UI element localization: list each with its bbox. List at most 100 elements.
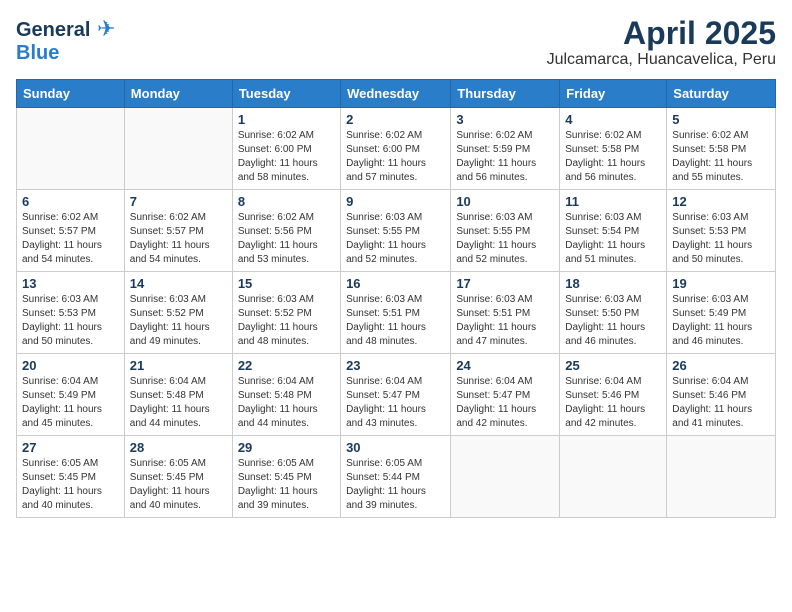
day-info: Sunrise: 6:02 AM Sunset: 5:57 PM Dayligh…	[22, 211, 119, 267]
day-info: Sunrise: 6:02 AM Sunset: 5:58 PM Dayligh…	[565, 129, 661, 185]
day-number: 24	[456, 358, 554, 373]
calendar-header: SundayMondayTuesdayWednesdayThursdayFrid…	[17, 80, 776, 108]
calendar-cell: 21Sunrise: 6:04 AM Sunset: 5:48 PM Dayli…	[124, 354, 232, 436]
calendar-cell: 8 Sunrise: 6:02 AM Sunset: 5:56 PM Daylig…	[232, 190, 340, 272]
day-number: 1	[238, 112, 335, 127]
calendar-cell: 15Sunrise: 6:03 AM Sunset: 5:52 PM Dayli…	[232, 272, 340, 354]
calendar-cell: 14 Sunrise: 6:03 AM Sunset: 5:52 PM Dayli…	[124, 272, 232, 354]
calendar-cell: 4 Sunrise: 6:02 AM Sunset: 5:58 PM Daylig…	[560, 108, 667, 190]
day-info: Sunrise: 6:03 AM Sunset: 5:55 PM Dayligh…	[456, 211, 554, 267]
calendar-cell: 13Sunrise: 6:03 AM Sunset: 5:53 PM Dayli…	[17, 272, 125, 354]
header: General ✈ Blue April 2025 Julcamarca, Hu…	[16, 16, 776, 69]
day-number: 5	[672, 112, 770, 127]
month-title: April 2025	[547, 16, 776, 51]
calendar-cell: 19 Sunrise: 6:03 AM Sunset: 5:49 PM Dayli…	[667, 272, 776, 354]
weekday-header-wednesday: Wednesday	[341, 80, 451, 108]
day-info: Sunrise: 6:02 AM Sunset: 5:56 PM Dayligh…	[238, 211, 335, 267]
day-info: Sunrise: 6:03 AM Sunset: 5:51 PM Dayligh…	[346, 293, 445, 349]
calendar-cell: 25Sunrise: 6:04 AM Sunset: 5:46 PM Dayli…	[560, 354, 667, 436]
calendar-cell: 6 Sunrise: 6:02 AM Sunset: 5:57 PM Daylig…	[17, 190, 125, 272]
day-info: Sunrise: 6:02 AM Sunset: 5:58 PM Dayligh…	[672, 129, 770, 185]
day-number: 10	[456, 194, 554, 209]
calendar-cell	[124, 108, 232, 190]
calendar-cell: 29 Sunrise: 6:05 AM Sunset: 5:45 PM Dayli…	[232, 436, 340, 518]
day-info: Sunrise: 6:03 AM Sunset: 5:53 PM Dayligh…	[672, 211, 770, 267]
day-info: Sunrise: 6:04 AM Sunset: 5:49 PM Dayligh…	[22, 375, 119, 431]
calendar-cell	[17, 108, 125, 190]
day-info: Sunrise: 6:03 AM Sunset: 5:49 PM Dayligh…	[672, 293, 770, 349]
day-number: 12	[672, 194, 770, 209]
calendar-cell: 23 Sunrise: 6:04 AM Sunset: 5:47 PM Dayli…	[341, 354, 451, 436]
calendar-cell: 22Sunrise: 6:04 AM Sunset: 5:48 PM Dayli…	[232, 354, 340, 436]
weekday-header-monday: Monday	[124, 80, 232, 108]
calendar-cell: 11Sunrise: 6:03 AM Sunset: 5:54 PM Dayli…	[560, 190, 667, 272]
weekday-header-friday: Friday	[560, 80, 667, 108]
day-number: 8	[238, 194, 335, 209]
day-info: Sunrise: 6:02 AM Sunset: 5:57 PM Dayligh…	[130, 211, 227, 267]
day-number: 16	[346, 276, 445, 291]
logo: General ✈ Blue	[16, 16, 115, 65]
day-info: Sunrise: 6:02 AM Sunset: 5:59 PM Dayligh…	[456, 129, 554, 185]
day-number: 18	[565, 276, 661, 291]
day-number: 19	[672, 276, 770, 291]
calendar-cell: 10 Sunrise: 6:03 AM Sunset: 5:55 PM Dayli…	[451, 190, 560, 272]
day-info: Sunrise: 6:03 AM Sunset: 5:51 PM Dayligh…	[456, 293, 554, 349]
calendar-cell: 27 Sunrise: 6:05 AM Sunset: 5:45 PM Dayli…	[17, 436, 125, 518]
calendar-cell	[667, 436, 776, 518]
day-number: 29	[238, 440, 335, 455]
day-number: 27	[22, 440, 119, 455]
weekday-header-saturday: Saturday	[667, 80, 776, 108]
day-number: 26	[672, 358, 770, 373]
day-number: 3	[456, 112, 554, 127]
day-info: Sunrise: 6:02 AM Sunset: 6:00 PM Dayligh…	[346, 129, 445, 185]
logo-bird-icon: ✈	[97, 16, 115, 41]
day-info: Sunrise: 6:04 AM Sunset: 5:47 PM Dayligh…	[346, 375, 445, 431]
week-row-3: 13Sunrise: 6:03 AM Sunset: 5:53 PM Dayli…	[17, 272, 776, 354]
day-info: Sunrise: 6:05 AM Sunset: 5:44 PM Dayligh…	[346, 457, 445, 513]
day-number: 2	[346, 112, 445, 127]
calendar-table: SundayMondayTuesdayWednesdayThursdayFrid…	[16, 79, 776, 518]
day-info: Sunrise: 6:03 AM Sunset: 5:52 PM Dayligh…	[130, 293, 227, 349]
calendar-cell: 30 Sunrise: 6:05 AM Sunset: 5:44 PM Dayli…	[341, 436, 451, 518]
calendar-cell: 24 Sunrise: 6:04 AM Sunset: 5:47 PM Dayli…	[451, 354, 560, 436]
day-info: Sunrise: 6:04 AM Sunset: 5:47 PM Dayligh…	[456, 375, 554, 431]
day-info: Sunrise: 6:02 AM Sunset: 6:00 PM Dayligh…	[238, 129, 335, 185]
day-info: Sunrise: 6:04 AM Sunset: 5:46 PM Dayligh…	[672, 375, 770, 431]
location-title: Julcamarca, Huancavelica, Peru	[547, 51, 776, 69]
calendar-cell: 17 Sunrise: 6:03 AM Sunset: 5:51 PM Dayli…	[451, 272, 560, 354]
calendar-cell: 5 Sunrise: 6:02 AM Sunset: 5:58 PM Daylig…	[667, 108, 776, 190]
logo-blue: Blue	[16, 42, 59, 64]
week-row-4: 20Sunrise: 6:04 AM Sunset: 5:49 PM Dayli…	[17, 354, 776, 436]
calendar-cell	[560, 436, 667, 518]
week-row-2: 6 Sunrise: 6:02 AM Sunset: 5:57 PM Daylig…	[17, 190, 776, 272]
calendar-cell: 9Sunrise: 6:03 AM Sunset: 5:55 PM Daylig…	[341, 190, 451, 272]
weekday-header-tuesday: Tuesday	[232, 80, 340, 108]
day-info: Sunrise: 6:05 AM Sunset: 5:45 PM Dayligh…	[22, 457, 119, 513]
day-number: 30	[346, 440, 445, 455]
calendar-cell: 1 Sunrise: 6:02 AM Sunset: 6:00 PM Daylig…	[232, 108, 340, 190]
day-number: 14	[130, 276, 227, 291]
calendar-cell: 3 Sunrise: 6:02 AM Sunset: 5:59 PM Daylig…	[451, 108, 560, 190]
day-info: Sunrise: 6:03 AM Sunset: 5:55 PM Dayligh…	[346, 211, 445, 267]
calendar-cell: 20Sunrise: 6:04 AM Sunset: 5:49 PM Dayli…	[17, 354, 125, 436]
calendar-cell: 18Sunrise: 6:03 AM Sunset: 5:50 PM Dayli…	[560, 272, 667, 354]
calendar-cell	[451, 436, 560, 518]
day-info: Sunrise: 6:03 AM Sunset: 5:53 PM Dayligh…	[22, 293, 119, 349]
day-number: 17	[456, 276, 554, 291]
day-info: Sunrise: 6:05 AM Sunset: 5:45 PM Dayligh…	[238, 457, 335, 513]
day-number: 4	[565, 112, 661, 127]
calendar-cell: 26 Sunrise: 6:04 AM Sunset: 5:46 PM Dayli…	[667, 354, 776, 436]
day-number: 11	[565, 194, 661, 209]
weekday-header-thursday: Thursday	[451, 80, 560, 108]
day-number: 28	[130, 440, 227, 455]
calendar-body: 1 Sunrise: 6:02 AM Sunset: 6:00 PM Daylig…	[17, 108, 776, 518]
day-number: 7	[130, 194, 227, 209]
calendar-cell: 7 Sunrise: 6:02 AM Sunset: 5:57 PM Daylig…	[124, 190, 232, 272]
calendar-cell: 12 Sunrise: 6:03 AM Sunset: 5:53 PM Dayli…	[667, 190, 776, 272]
day-info: Sunrise: 6:04 AM Sunset: 5:46 PM Dayligh…	[565, 375, 661, 431]
day-number: 6	[22, 194, 119, 209]
weekday-header-sunday: Sunday	[17, 80, 125, 108]
calendar-cell: 28Sunrise: 6:05 AM Sunset: 5:45 PM Dayli…	[124, 436, 232, 518]
day-number: 23	[346, 358, 445, 373]
day-info: Sunrise: 6:04 AM Sunset: 5:48 PM Dayligh…	[238, 375, 335, 431]
